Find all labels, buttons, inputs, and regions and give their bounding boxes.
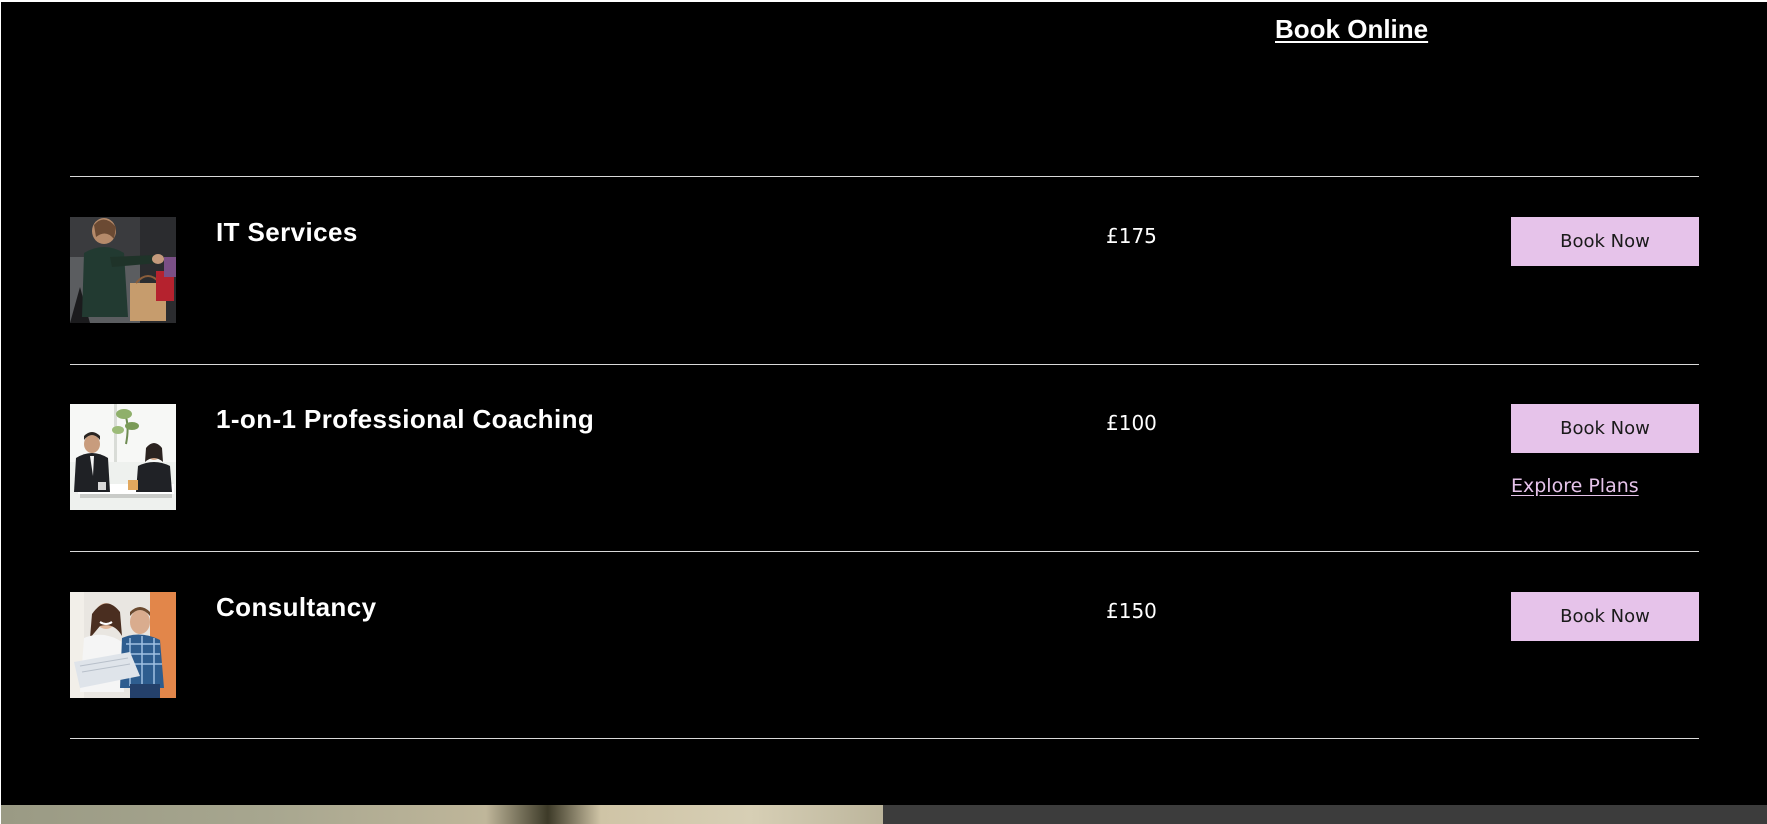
service-image-professional-coaching[interactable] <box>70 404 176 510</box>
service-price: £175 <box>1106 224 1157 248</box>
service-title[interactable]: 1-on-1 Professional Coaching <box>216 404 594 435</box>
couple-reviewing-papers-photo <box>70 592 176 698</box>
next-section-preview <box>1 805 1767 824</box>
service-price: £150 <box>1106 599 1157 623</box>
woman-shopping-bags-photo <box>70 217 176 323</box>
booking-section: Book Online IT Services £175 Book Now 1-… <box>1 2 1767 805</box>
book-now-button[interactable]: Book Now <box>1511 217 1699 266</box>
book-now-button[interactable]: Book Now <box>1511 592 1699 641</box>
dark-panel <box>883 805 1767 824</box>
page-title-link[interactable]: Book Online <box>1275 14 1428 45</box>
service-title[interactable]: IT Services <box>216 217 358 248</box>
service-image-it-services[interactable] <box>70 217 176 323</box>
service-row-consultancy: Consultancy £150 Book Now <box>70 552 1699 739</box>
service-price: £100 <box>1106 411 1157 435</box>
service-row-it-services: IT Services £175 Book Now <box>70 177 1699 364</box>
service-title[interactable]: Consultancy <box>216 592 376 623</box>
background-photo <box>1 805 883 824</box>
service-row-professional-coaching: 1-on-1 Professional Coaching £100 Book N… <box>70 364 1699 551</box>
explore-plans-link[interactable]: Explore Plans <box>1511 475 1639 497</box>
book-now-button[interactable]: Book Now <box>1511 404 1699 453</box>
row-divider <box>70 738 1699 739</box>
business-meeting-photo <box>70 404 176 510</box>
service-image-consultancy[interactable] <box>70 592 176 698</box>
